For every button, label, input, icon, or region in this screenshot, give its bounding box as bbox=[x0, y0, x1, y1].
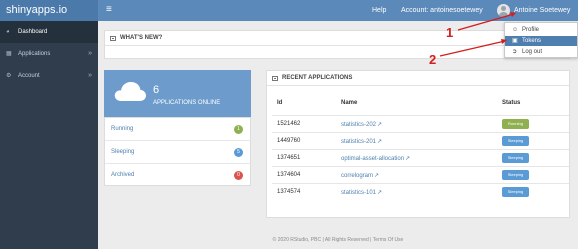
annotation-number-2: 2 bbox=[429, 52, 437, 67]
annotation-arrow-2 bbox=[439, 40, 506, 57]
annotation-arrow-1 bbox=[457, 13, 515, 31]
arrowhead-icon bbox=[501, 39, 507, 44]
annotation-arrows bbox=[439, 12, 516, 57]
annotation-number-1: 1 bbox=[446, 25, 454, 40]
